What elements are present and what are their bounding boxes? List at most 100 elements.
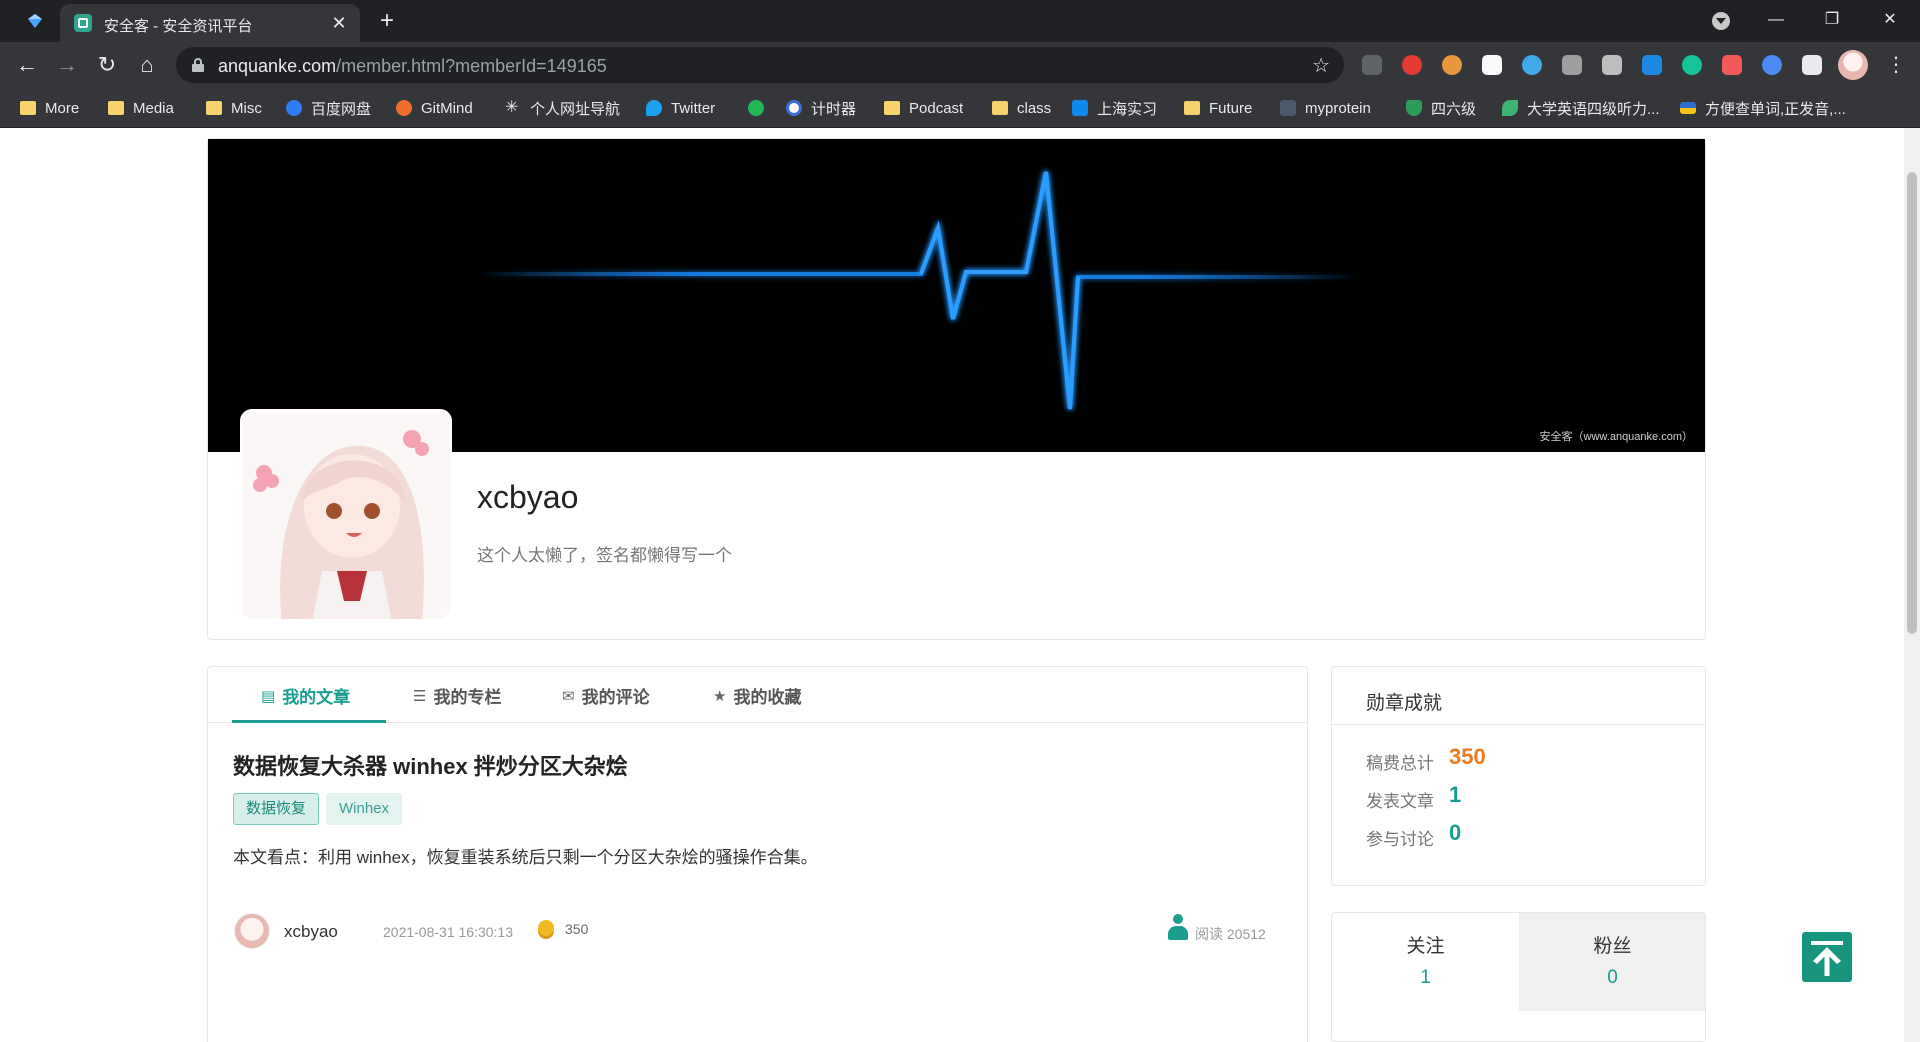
bookmark-item[interactable]: ✳ 个人网址导航 (505, 97, 620, 119)
tab-search-dropdown-icon[interactable] (1712, 12, 1730, 30)
bookmark-item[interactable]: class (992, 97, 1051, 119)
baidu-pan-icon (286, 100, 302, 116)
page-scrollbar[interactable] (1904, 128, 1920, 1042)
back-arrow-icon[interactable]: ← (12, 50, 42, 80)
reload-icon[interactable]: ↻ (92, 50, 122, 80)
article-tag[interactable]: Winhex (326, 793, 403, 825)
folder-icon (20, 101, 36, 115)
extension-grammarly-icon[interactable] (1682, 55, 1702, 75)
star-icon: ★ (713, 687, 727, 705)
back-to-top-button[interactable] (1802, 932, 1852, 982)
forward-arrow-icon[interactable]: → (52, 50, 82, 80)
article-tag[interactable]: 数据恢复 (233, 793, 320, 825)
bookmark-item[interactable]: Twitter (646, 97, 715, 119)
bookmark-item[interactable]: 上海实习 (1072, 97, 1157, 119)
article-icon: ▤ (261, 687, 276, 705)
user-avatar[interactable] (240, 409, 452, 621)
bookmark-item[interactable]: GitMind (396, 97, 473, 119)
scrollbar-thumb[interactable] (1907, 172, 1917, 634)
bookmark-item[interactable]: 百度网盘 (286, 97, 371, 119)
bookmark-item[interactable]: myprotein (1280, 97, 1371, 119)
author-name[interactable]: xcbyao (284, 922, 338, 942)
bookmark-item[interactable]: Future (1184, 97, 1252, 119)
close-window-icon[interactable]: ✕ (1870, 6, 1910, 34)
tab-close-icon[interactable]: ✕ (328, 12, 350, 34)
phone-icon (748, 100, 764, 116)
article-summary: 本文看点：利用 winhex，恢复重装系统后只剩一个分区大杂烩的骚操作合集。 (233, 848, 818, 867)
folder-icon (206, 101, 222, 115)
bookmark-item[interactable]: 四六级 (1406, 97, 1476, 119)
profile-tabs: ▤ 我的文章 ☰ 我的专栏 ✉ 我的评论 ★ 我的收藏 (208, 667, 1307, 723)
extension-camera-icon[interactable] (1602, 55, 1622, 75)
folder-icon (108, 101, 124, 115)
pinned-tab-diamond-icon[interactable] (26, 12, 44, 30)
bookmark-star-icon[interactable]: ☆ (1312, 53, 1330, 78)
bookmark-item[interactable]: Podcast (884, 97, 963, 119)
fans-label: 粉丝 (1593, 936, 1632, 957)
tab-my-columns[interactable]: ☰ 我的专栏 (413, 683, 501, 708)
active-tab-indicator (232, 720, 386, 723)
extension-compass-icon[interactable] (1762, 55, 1782, 75)
fans-stat[interactable]: 粉丝 0 (1519, 913, 1705, 1011)
profile-avatar-icon[interactable] (1838, 50, 1868, 80)
active-tab[interactable]: 安全客 - 安全资讯平台 ✕ (60, 4, 360, 42)
article-time: 2021-08-31 16:30:13 (383, 924, 513, 940)
follow-card: 关注 1 粉丝 0 (1331, 912, 1706, 1042)
tab-my-articles[interactable]: ▤ 我的文章 (261, 683, 350, 708)
extension-mail-icon[interactable] (1562, 55, 1582, 75)
snowflake-icon: ✳ (505, 99, 519, 116)
browser-menu-icon[interactable]: ⋮ (1886, 52, 1906, 77)
article-title-link[interactable]: 数据恢复大杀器 winhex 拌炒分区大杂烩 (233, 749, 628, 781)
bookmark-item[interactable]: 大学英语四级听力... (1502, 97, 1660, 119)
anquanke-favicon-icon (74, 14, 92, 32)
home-icon[interactable]: ⌂ (132, 50, 162, 80)
extension-globe-icon[interactable] (1522, 55, 1542, 75)
articles-card: ▤ 我的文章 ☰ 我的专栏 ✉ 我的评论 ★ 我的收藏 数据恢复大杀器 winhex 拌… (207, 666, 1308, 1042)
url-text[interactable]: anquanke.com/member.html?memberId=149165 (218, 56, 607, 77)
arrow-up-icon (1811, 941, 1843, 976)
extension-diamond-icon[interactable] (1642, 55, 1662, 75)
extension-owl-icon[interactable] (1442, 55, 1462, 75)
extension-reader-icon[interactable] (1362, 55, 1382, 75)
bookmark-item[interactable] (748, 97, 773, 119)
banner-watermark: 安全客（www.anquanke.com） (1539, 431, 1693, 443)
extension-people-icon[interactable] (1722, 55, 1742, 75)
stat-value-articles: 1 (1449, 782, 1462, 807)
achievements-header: 勋章成就 (1332, 667, 1705, 725)
tab-my-favorites[interactable]: ★ 我的收藏 (713, 683, 801, 708)
extension-adblock-icon[interactable] (1402, 55, 1422, 75)
bookmark-item[interactable]: 方便查单词,正发音,... (1680, 97, 1846, 119)
coins-icon (538, 920, 554, 936)
minimize-icon[interactable]: — (1756, 6, 1796, 34)
fans-count: 0 (1607, 967, 1618, 988)
profile-card: 安全客（www.anquanke.com） xcbyao 这个人太懒了，签名都懒… (207, 138, 1706, 640)
folder-icon (1184, 101, 1200, 115)
article-coins: 350 (565, 921, 589, 937)
profile-signature: 这个人太懒了，签名都懒得写一个 (477, 546, 732, 565)
tab-my-comments[interactable]: ✉ 我的评论 (562, 683, 650, 708)
list-icon: ☰ (413, 687, 427, 705)
extension-glasses-icon[interactable] (1482, 55, 1502, 75)
extensions-puzzle-icon[interactable] (1802, 55, 1822, 75)
new-tab-plus-icon[interactable]: + (374, 8, 400, 34)
clock-icon (786, 100, 802, 116)
bookmark-item[interactable]: Media (108, 97, 174, 119)
tab-title: 安全客 - 安全资讯平台 (104, 18, 253, 35)
flag-icon (1680, 102, 1696, 114)
restore-icon[interactable]: ❐ (1812, 6, 1852, 34)
bookmark-item[interactable]: More (20, 97, 79, 119)
address-bar[interactable]: anquanke.com/member.html?memberId=149165… (176, 47, 1344, 83)
folder-icon (992, 101, 1008, 115)
bookmarks-bar: More Media Misc 百度网盘 GitMind ✳ 个人网址导航 Twi… (0, 88, 1920, 128)
following-label: 关注 (1406, 936, 1445, 957)
lock-icon[interactable] (192, 58, 204, 72)
profile-banner: 安全客（www.anquanke.com） (208, 139, 1705, 452)
following-stat[interactable]: 关注 1 (1332, 913, 1519, 1011)
bookmark-item[interactable]: 计时器 (786, 97, 856, 119)
author-avatar[interactable] (234, 913, 270, 949)
article-reads: 阅读 20512 (1195, 926, 1266, 942)
bookmark-item[interactable]: Misc (206, 97, 262, 119)
achievements-title: 勋章成就 (1366, 693, 1443, 714)
reader-icon (1168, 914, 1188, 940)
stat-label-articles: 发表文章 (1366, 792, 1434, 811)
